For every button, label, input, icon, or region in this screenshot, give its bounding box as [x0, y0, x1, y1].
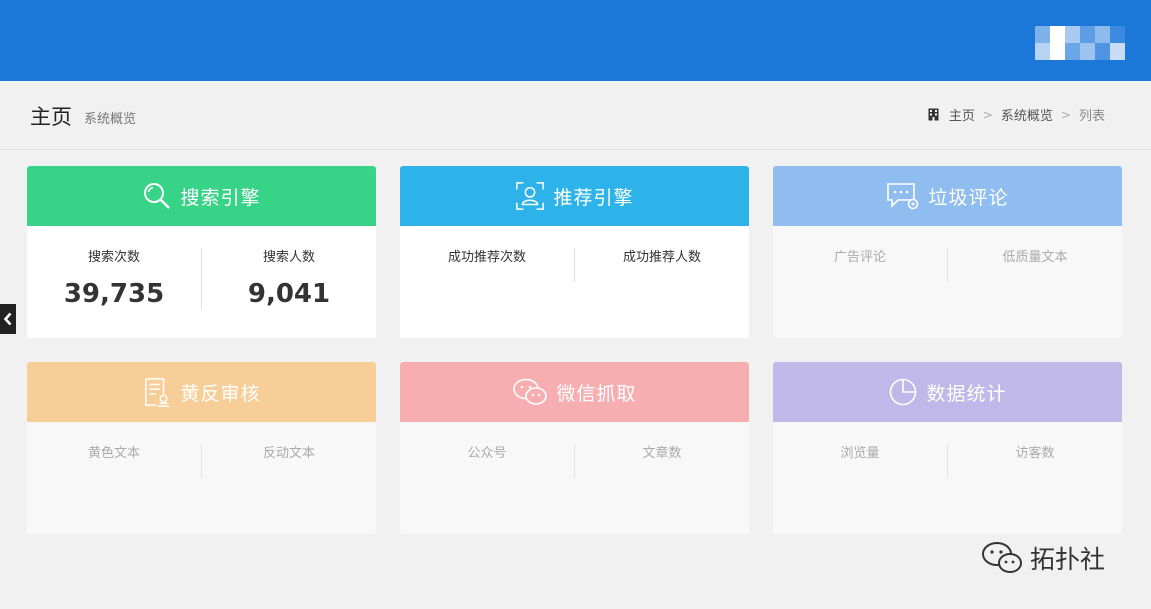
breadcrumb-home[interactable]: 主页 [949, 105, 975, 124]
stat-ad-comments: 广告评论 [773, 246, 947, 265]
stat-label: 文章数 [642, 446, 682, 461]
card-header: 数据统计 [773, 362, 1122, 422]
stat-value: 39,735 [63, 279, 165, 309]
page-header: 主页 系统概览 主页 > 系统概览 > 列表 [0, 81, 1151, 150]
stat-label: 反动文本 [262, 446, 315, 461]
card-header: 搜索引擎 [27, 166, 376, 226]
card-content-review[interactable]: 黄反审核 黄色文本 反动文本 [27, 362, 376, 534]
card-title: 微信抓取 [556, 382, 637, 405]
stat-recommend-users: 成功推荐人数 [575, 246, 749, 265]
stat-low-quality-text: 低质量文本 [948, 246, 1122, 265]
stat-label: 公众号 [467, 446, 507, 461]
card-title: 数据统计 [926, 382, 1007, 405]
watermark-text: 拓扑社 [1030, 545, 1106, 574]
stat-label: 低质量文本 [1002, 250, 1068, 265]
page-subtitle: 系统概览 [84, 112, 137, 127]
page-title: 主页 [30, 105, 72, 129]
breadcrumb-separator: > [982, 107, 993, 122]
stat-recommend-count: 成功推荐次数 [400, 246, 574, 265]
stat-label: 广告评论 [833, 250, 886, 265]
stat-value: 9,041 [247, 279, 331, 309]
chevron-left-icon [3, 312, 12, 326]
card-body: 浏览量 访客数 [773, 422, 1122, 534]
card-body: 成功推荐次数 成功推荐人数 [400, 226, 749, 338]
stat-reactionary-text: 反动文本 [202, 442, 376, 461]
stat-label: 成功推荐人数 [622, 250, 701, 265]
card-body: 黄色文本 反动文本 [27, 422, 376, 534]
card-title: 搜索引擎 [180, 186, 261, 209]
breadcrumb-separator: > [1060, 107, 1071, 122]
stat-label: 搜索次数 [87, 250, 140, 265]
breadcrumb-overview[interactable]: 系统概览 [1001, 105, 1053, 124]
card-body: 公众号 文章数 [400, 422, 749, 534]
breadcrumb: 主页 > 系统概览 > 列表 [928, 105, 1105, 124]
watermark: 拓扑社 [980, 540, 1105, 576]
card-spam-comments[interactable]: 垃圾评论 广告评论 低质量文本 [773, 166, 1122, 338]
stat-search-users: 搜索人数 9,041 [202, 246, 376, 309]
card-recommend-engine[interactable]: 推荐引擎 成功推荐次数 成功推荐人数 [400, 166, 749, 338]
stat-label: 访客数 [1015, 446, 1055, 461]
top-bar [0, 0, 1151, 81]
breadcrumb-list: 列表 [1078, 109, 1105, 124]
stat-page-views: 浏览量 [773, 442, 947, 461]
card-search-engine[interactable]: 搜索引擎 搜索次数 39,735 搜索人数 9,041 [27, 166, 376, 338]
stat-label: 搜索人数 [262, 250, 315, 265]
document-review-icon [145, 378, 170, 407]
wechat-icon [982, 542, 1022, 573]
comment-settings-icon [887, 183, 919, 210]
wechat-icon [513, 378, 548, 405]
pie-chart-icon [890, 378, 917, 406]
stat-visitors: 访客数 [948, 442, 1122, 461]
card-title: 垃圾评论 [928, 186, 1009, 209]
stat-official-accounts: 公众号 [400, 442, 574, 461]
card-body: 广告评论 低质量文本 [773, 226, 1122, 338]
card-header: 微信抓取 [400, 362, 749, 422]
card-body: 搜索次数 39,735 搜索人数 9,041 [27, 226, 376, 338]
stat-label: 浏览量 [840, 446, 880, 461]
sidebar-toggle-button[interactable] [0, 304, 16, 334]
stat-yellow-text: 黄色文本 [27, 442, 201, 461]
user-avatar[interactable] [1035, 26, 1125, 60]
stat-article-count: 文章数 [575, 442, 749, 461]
card-title: 黄反审核 [180, 382, 261, 405]
card-title: 推荐引擎 [553, 186, 634, 209]
card-wechat-crawl[interactable]: 微信抓取 公众号 文章数 [400, 362, 749, 534]
card-header: 推荐引擎 [400, 166, 749, 226]
card-header: 垃圾评论 [773, 166, 1122, 226]
user-recommend-icon [516, 182, 545, 210]
card-header: 黄反审核 [27, 362, 376, 422]
card-data-statistics[interactable]: 数据统计 浏览量 访客数 [773, 362, 1122, 534]
stat-label: 黄色文本 [87, 446, 140, 461]
stat-label: 成功推荐次数 [447, 250, 526, 265]
search-icon [144, 183, 171, 209]
building-icon [928, 108, 939, 121]
stat-search-count: 搜索次数 39,735 [27, 246, 201, 309]
